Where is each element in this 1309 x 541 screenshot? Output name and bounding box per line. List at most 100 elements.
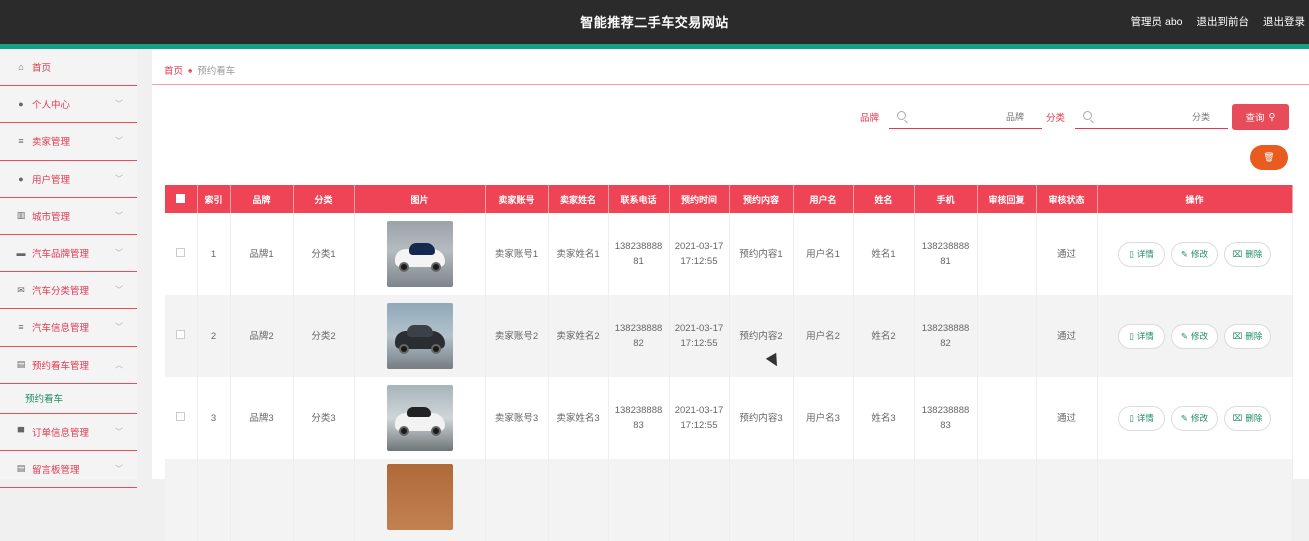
list-icon: ≡ bbox=[18, 136, 24, 147]
cell-name: 姓名3 bbox=[853, 377, 915, 459]
cell-mobile: 13823888882 bbox=[914, 295, 978, 377]
table-cell bbox=[914, 459, 978, 541]
cell-time: 2021-03-17 17:12:55 bbox=[669, 295, 730, 377]
sidebar-item-label: 汽车分类管理 bbox=[32, 286, 90, 298]
cell-status: 通过 bbox=[1036, 295, 1098, 377]
chevron-down-icon: ﹀ bbox=[115, 427, 123, 437]
table-cell bbox=[853, 459, 915, 541]
detail-button[interactable]: ▯ 详情 bbox=[1118, 241, 1165, 267]
edit-icon: ✎ bbox=[1180, 330, 1189, 341]
trash-icon: ⌧ bbox=[1232, 330, 1243, 341]
detail-label: 详情 bbox=[1136, 248, 1154, 259]
delete-label: 删除 bbox=[1245, 412, 1263, 423]
column-header: 手机 bbox=[914, 185, 978, 213]
logout-link[interactable]: 退出登录 bbox=[1263, 14, 1305, 29]
table-header-row: 索引 品牌 分类 图片 卖家账号 卖家姓名 联系电话 预约时间 预约内容 用户名… bbox=[165, 185, 1293, 213]
home-icon: ⌂ bbox=[18, 62, 24, 73]
delete-button[interactable]: ⌧ 删除 bbox=[1224, 323, 1271, 349]
clipboard-icon: ▤ bbox=[16, 359, 26, 370]
sidebar-item-label: 卖家管理 bbox=[32, 137, 71, 149]
cell-time: 2021-03-17 17:12:55 bbox=[669, 377, 730, 459]
cell-brand: 品牌2 bbox=[230, 295, 294, 377]
column-header: 卖家账号 bbox=[485, 185, 549, 213]
category-input[interactable] bbox=[1075, 105, 1229, 128]
row-checkbox[interactable] bbox=[176, 411, 186, 421]
edit-label: 修改 bbox=[1191, 248, 1209, 259]
sidebar-item-seller-management[interactable]: ≡ 卖家管理 ﹀ bbox=[0, 123, 137, 161]
chevron-down-icon: ﹀ bbox=[115, 99, 123, 109]
select-all-cell[interactable] bbox=[165, 185, 198, 213]
sidebar-item-order-management[interactable]: ▀ 订单信息管理 ﹀ bbox=[0, 414, 137, 451]
delete-button[interactable]: ⌧ 删除 bbox=[1224, 241, 1271, 267]
sidebar-item-label: 预约看车管理 bbox=[32, 360, 90, 372]
car-wheel bbox=[398, 344, 409, 354]
row-select-cell[interactable] bbox=[165, 213, 198, 295]
chevron-down-icon: ﹀ bbox=[115, 211, 123, 221]
brand-input[interactable] bbox=[889, 105, 1043, 128]
query-button[interactable]: 查询 ⚲ bbox=[1232, 104, 1289, 130]
sidebar-item-label: 汽车信息管理 bbox=[32, 323, 90, 335]
column-header: 审核状态 bbox=[1036, 185, 1098, 213]
sidebar-item-car-brand-management[interactable]: ▬ 汽车品牌管理 ﹀ bbox=[0, 235, 137, 273]
cell-name: 姓名1 bbox=[853, 213, 915, 295]
detail-label: 详情 bbox=[1136, 330, 1154, 341]
search-icon bbox=[1083, 111, 1093, 120]
back-to-front-link[interactable]: 退出到前台 bbox=[1197, 14, 1250, 29]
row-select-cell[interactable] bbox=[165, 459, 198, 541]
edit-button[interactable]: ✎ 修改 bbox=[1171, 323, 1218, 349]
sidebar-item-appointment-management[interactable]: ▤ 预约看车管理 ︿ bbox=[0, 347, 137, 384]
table-cell bbox=[729, 459, 794, 541]
category-field[interactable] bbox=[1075, 105, 1229, 129]
document-icon: ▯ bbox=[1129, 330, 1134, 341]
sidebar-item-user-management[interactable]: ● 用户管理 ﹀ bbox=[0, 161, 137, 198]
cell-image bbox=[354, 377, 486, 459]
sidebar-item-home[interactable]: ⌂ 首页 bbox=[0, 49, 137, 87]
brand-search: 品牌 bbox=[860, 105, 1043, 129]
document-icon: ▯ bbox=[1129, 412, 1134, 423]
batch-delete-button[interactable]: 🗑 bbox=[1250, 145, 1288, 170]
column-header: 品牌 bbox=[230, 185, 294, 213]
column-header: 分类 bbox=[293, 185, 355, 213]
list-icon: ≡ bbox=[18, 322, 24, 333]
sidebar-item-label: 首页 bbox=[32, 63, 52, 75]
admin-name: 管理员 abo bbox=[1130, 16, 1183, 28]
column-header: 卖家姓名 bbox=[548, 185, 609, 213]
edit-button[interactable]: ✎ 修改 bbox=[1171, 241, 1218, 267]
detail-button[interactable]: ▯ 详情 bbox=[1118, 323, 1165, 349]
cell-status: 通过 bbox=[1036, 377, 1098, 459]
cell-username: 用户名2 bbox=[793, 295, 854, 377]
sidebar-item-city-management[interactable]: ▥ 城市管理 ﹀ bbox=[0, 198, 137, 235]
sidebar-item-personal-center[interactable]: ● 个人中心 ﹀ bbox=[0, 86, 137, 124]
table-row: 2 品牌2 分类2 卖家账号2 卖家姓名2 13823888882 2021-0… bbox=[165, 295, 1293, 377]
detail-button[interactable]: ▯ 详情 bbox=[1118, 405, 1165, 431]
sidebar-item-message-board-management[interactable]: ▤ 留言板管理 ﹀ bbox=[0, 451, 137, 489]
cell-seller-name: 卖家姓名1 bbox=[548, 213, 609, 295]
cell-index: 2 bbox=[197, 295, 231, 377]
delete-button[interactable]: ⌧ 删除 bbox=[1224, 405, 1271, 431]
header-links: 管理员 abo 退出到前台 退出登录 bbox=[1131, 14, 1305, 29]
row-checkbox[interactable] bbox=[176, 247, 186, 257]
cell-actions: ▯ 详情 ✎ 修改 ⌧ 删除 bbox=[1097, 295, 1293, 377]
row-checkbox[interactable] bbox=[176, 329, 186, 339]
column-header: 图片 bbox=[354, 185, 486, 213]
trash-icon: ⌧ bbox=[1232, 412, 1243, 423]
select-all-checkbox[interactable] bbox=[176, 193, 186, 203]
edit-label: 修改 bbox=[1191, 330, 1209, 341]
table-cell bbox=[669, 459, 730, 541]
chevron-down-icon: ﹀ bbox=[115, 464, 123, 474]
row-select-cell[interactable] bbox=[165, 295, 198, 377]
cell-time: 2021-03-17 17:12:55 bbox=[669, 213, 730, 295]
sidebar-item-car-info-management[interactable]: ≡ 汽车信息管理 ﹀ bbox=[0, 309, 137, 347]
brand-field[interactable] bbox=[889, 105, 1043, 129]
breadcrumb-home[interactable]: 首页 bbox=[164, 63, 183, 77]
car-roof bbox=[406, 325, 433, 337]
cell-seller-name: 卖家姓名3 bbox=[548, 377, 609, 459]
sidebar-item-car-category-management[interactable]: ✉ 汽车分类管理 ﹀ bbox=[0, 272, 137, 310]
table-cell bbox=[548, 459, 609, 541]
edit-icon: ✎ bbox=[1180, 248, 1189, 259]
sidebar-subitem-appointment[interactable]: 预约看车 bbox=[0, 383, 137, 414]
row-select-cell[interactable] bbox=[165, 377, 198, 459]
car-image bbox=[386, 221, 453, 287]
sidebar: ⌂ 首页 ● 个人中心 ﹀ ≡ 卖家管理 ﹀ ● 用户管理 ﹀ ▥ 城市管理 ﹀… bbox=[0, 49, 137, 489]
edit-button[interactable]: ✎ 修改 bbox=[1171, 405, 1218, 431]
